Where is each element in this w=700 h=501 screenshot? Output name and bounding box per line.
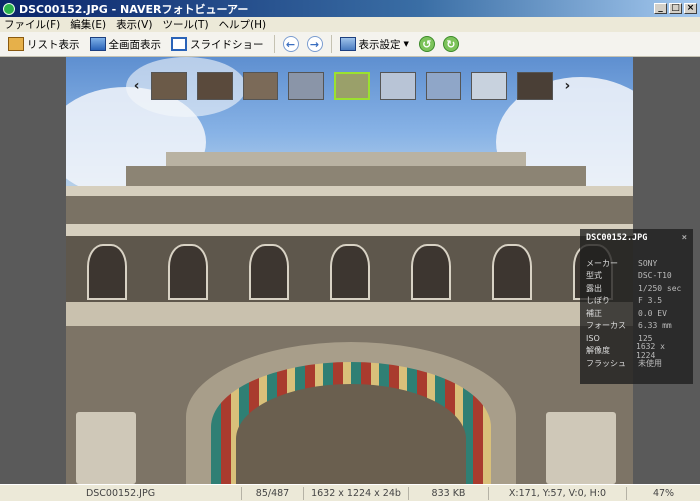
facade [66, 152, 633, 484]
minimize-button[interactable]: _ [654, 3, 667, 14]
status-position: 85/487 [242, 486, 304, 500]
info-panel-title: DSC00152.JPG [586, 233, 648, 243]
cornice-top [166, 152, 526, 166]
info-key: 型式 [586, 271, 602, 281]
window-title: DSC00152.JPG - NAVERフォトビューアー [19, 2, 249, 16]
slideshow-label: スライドショー [190, 38, 264, 51]
slideshow-button[interactable]: スライドショー [171, 37, 264, 52]
previous-arrow-icon[interactable]: ← [282, 36, 299, 52]
rotate-left-icon[interactable]: ↺ [418, 36, 435, 52]
arch [410, 244, 451, 300]
window-controls: _ □ × [654, 3, 697, 14]
thumbnail[interactable] [379, 72, 416, 100]
menu-tools[interactable]: ツール(T) [162, 17, 208, 32]
info-value: 0.0 EV [638, 308, 667, 318]
info-key: フォーカス [586, 321, 626, 331]
status-filesize: 833 KB [409, 486, 489, 500]
thumbnail[interactable] [425, 72, 462, 100]
monitor-icon [89, 37, 106, 51]
info-key: メーカー [586, 258, 618, 268]
app-icon [3, 2, 15, 15]
status-bar: DSC00152.JPG 85/487 1632 x 1224 x 24b 83… [0, 484, 700, 501]
fullscreen-label: 全画面表示 [108, 38, 162, 51]
photo-cathedral: ‹ › [66, 57, 633, 484]
info-key: 解像度 [586, 346, 610, 356]
close-button[interactable]: × [684, 3, 697, 14]
status-zoom: 47% [652, 487, 675, 499]
image-viewer[interactable]: ‹ › DSC00152.JPG × メーカー SONY 型式 DSC-T10 露出… [0, 57, 700, 484]
info-row: フォーカス 6.33 mm [586, 320, 687, 333]
info-key: しぼり [586, 296, 610, 306]
column-capital-right [546, 412, 616, 484]
maximize-button[interactable]: □ [669, 3, 682, 14]
status-coords: X:171, Y:57, V:0, H:0 [489, 486, 627, 500]
info-value: DSC-T10 [638, 271, 672, 281]
cornice-2 [66, 224, 633, 236]
info-value: 未使用 [638, 358, 662, 368]
info-row: メーカー SONY [586, 257, 687, 270]
thumbnail[interactable] [288, 72, 325, 100]
info-key: 露出 [586, 283, 602, 293]
thumbnail[interactable] [197, 72, 233, 100]
info-value: 6.33 mm [638, 321, 672, 331]
info-row: 露出 1/250 sec [586, 282, 687, 295]
thumbnail[interactable] [471, 72, 507, 100]
menu-bar: ファイル(F) 編集(E) 表示(V) ツール(T) ヘルプ(H) [0, 17, 700, 32]
toolbar: リスト表示 全画面表示 スライドショー ← → 表示設定 ▼ ↺ ↻ [0, 32, 700, 57]
menu-file[interactable]: ファイル(F) [4, 17, 60, 32]
list-icon [8, 37, 24, 51]
title-bar: DSC00152.JPG - NAVERフォトビューアー _ □ × [0, 0, 700, 17]
thumb-next-icon[interactable]: › [563, 78, 572, 94]
slideshow-icon [171, 37, 187, 51]
info-key: ISO [586, 333, 600, 343]
info-value: F 3.5 [638, 296, 663, 306]
fullscreen-button[interactable]: 全画面表示 [89, 37, 162, 52]
next-arrow-icon[interactable]: → [306, 36, 323, 52]
info-value: 1/250 sec [638, 283, 682, 293]
thumbnail[interactable] [151, 72, 188, 100]
toolbar-separator [273, 35, 275, 53]
arch [329, 244, 370, 300]
status-filename: DSC00152.JPG [0, 486, 242, 500]
info-key: フラッシュ [586, 358, 626, 368]
settings-icon [339, 37, 356, 51]
arch-row-main [66, 244, 633, 300]
cornice-3 [66, 302, 633, 326]
info-row: 型式 DSC-T10 [586, 270, 687, 283]
rotate-right-icon[interactable]: ↻ [442, 36, 459, 52]
info-close-icon[interactable]: × [682, 233, 687, 243]
info-row: 補正 0.0 EV [586, 307, 687, 320]
list-view-button[interactable]: リスト表示 [8, 37, 80, 52]
arch [86, 244, 127, 300]
menu-edit[interactable]: 編集(E) [70, 17, 106, 32]
toolbar-separator [330, 35, 332, 53]
thumb-prev-icon[interactable]: ‹ [132, 78, 141, 94]
thumbnail-selected[interactable] [334, 72, 370, 100]
info-value: SONY [638, 258, 658, 268]
info-row: しぼり F 3.5 [586, 295, 687, 308]
portal-inner [236, 384, 466, 484]
info-key: 補正 [586, 308, 602, 318]
menu-help[interactable]: ヘルプ(H) [219, 17, 267, 32]
info-row: 解像度 1632 x 1224 [586, 342, 687, 360]
gallery-1 [66, 196, 633, 224]
thumbnail[interactable] [242, 72, 279, 100]
exif-info-panel: DSC00152.JPG × メーカー SONY 型式 DSC-T10 露出 1/25… [580, 229, 693, 384]
cornice-1 [66, 186, 633, 196]
thumbnail-strip: ‹ › [132, 70, 572, 102]
view-settings-button[interactable]: 表示設定 ▼ [339, 37, 409, 52]
dropdown-caret-icon: ▼ [403, 40, 409, 48]
view-settings-label: 表示設定 [358, 38, 401, 51]
arch [248, 244, 289, 300]
list-view-label: リスト表示 [27, 38, 80, 51]
gallery-top [126, 166, 586, 186]
status-dimensions: 1632 x 1224 x 24b [304, 486, 409, 500]
thumbnail[interactable] [516, 72, 553, 100]
arch [167, 244, 208, 300]
arch [491, 244, 532, 300]
menu-view[interactable]: 表示(V) [116, 17, 152, 32]
column-capital-left [76, 412, 136, 484]
